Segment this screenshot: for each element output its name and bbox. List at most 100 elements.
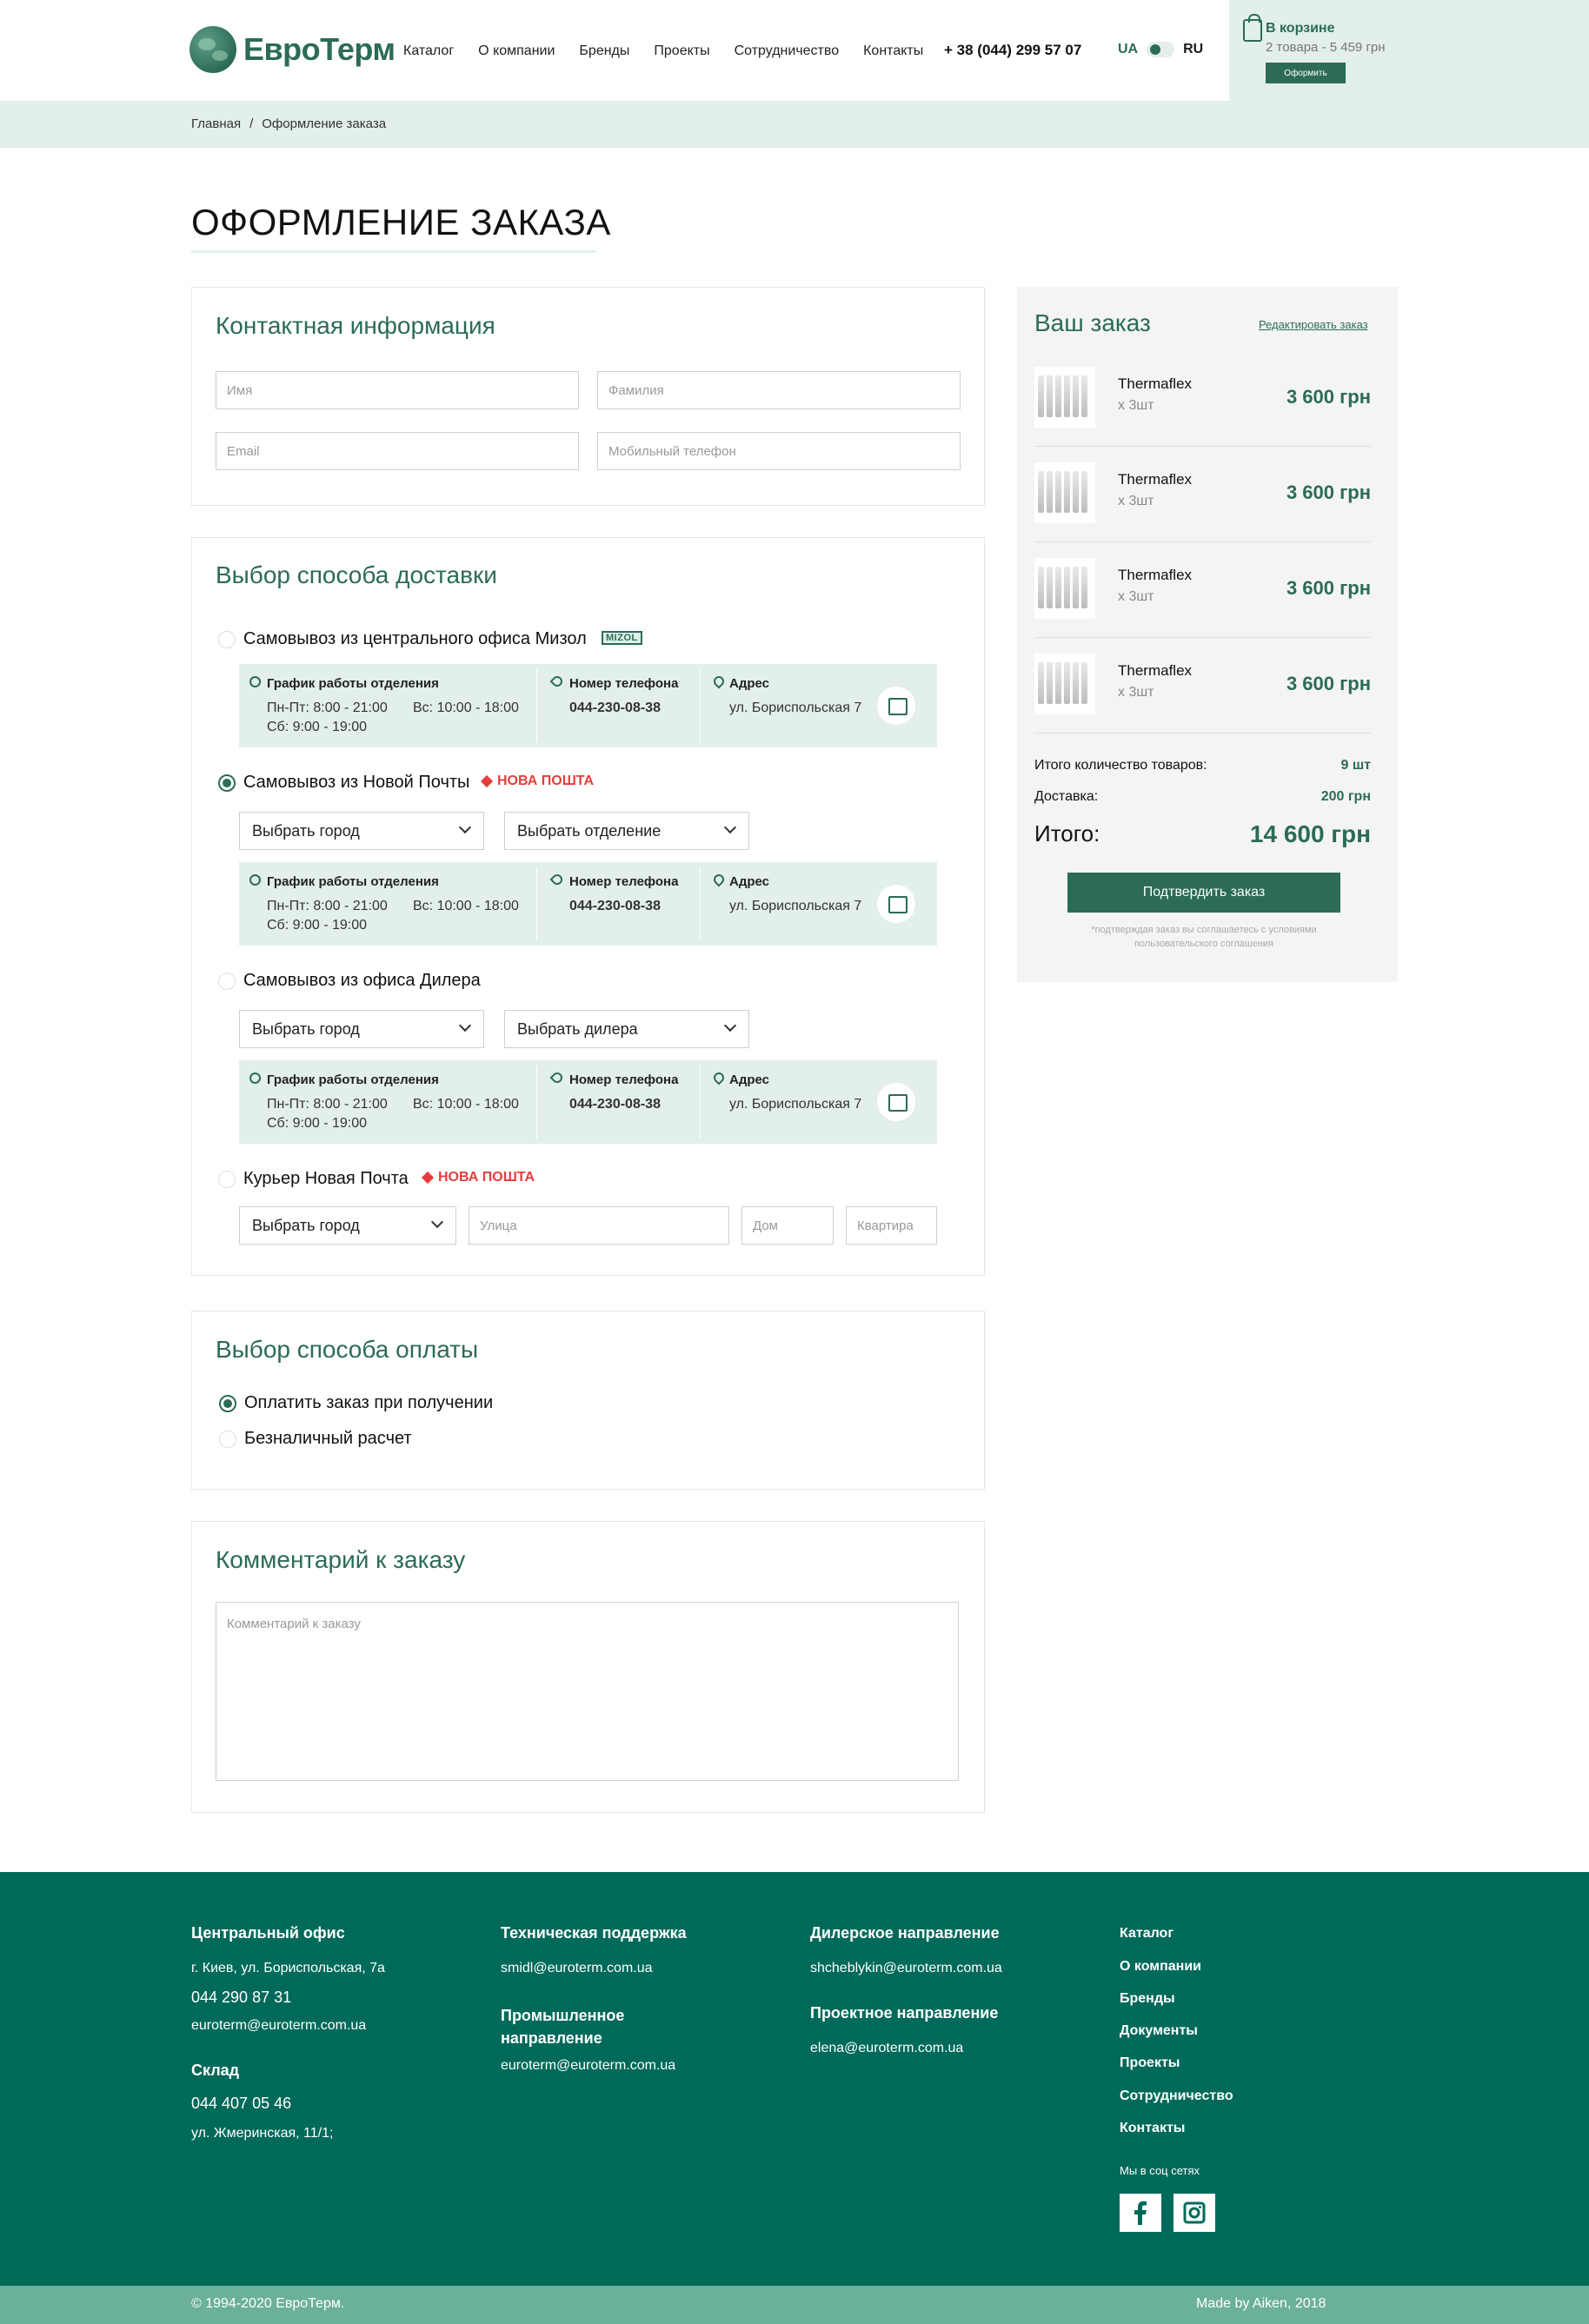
total-qty-label: Итого количество товаров: — [1034, 758, 1207, 773]
delivery-option-dealer[interactable]: Самовывоз из офиса Дилера — [243, 971, 481, 991]
payment-radio-cashless[interactable] — [219, 1431, 236, 1448]
site-footer: Центральный офис г. Киев, ул. Бориспольс… — [0, 1872, 1589, 2286]
footer-project-email[interactable]: elena@euroterm.com.ua — [810, 2041, 963, 2056]
copyright: © 1994-2020 ЕвроТерм. — [191, 2296, 345, 2311]
nav-projects[interactable]: Проекты — [654, 43, 709, 59]
payment-card: Выбор способа оплаты Оплатить заказ при … — [191, 1311, 985, 1490]
lang-ua[interactable]: UA — [1118, 42, 1138, 57]
payment-option-on-delivery[interactable]: Оплатить заказ при получении — [244, 1393, 493, 1413]
facebook-icon[interactable] — [1120, 2194, 1161, 2232]
nav-catalog[interactable]: Каталог — [403, 43, 454, 59]
map-icon[interactable] — [877, 885, 915, 923]
footer-link-catalog[interactable]: Каталог — [1120, 1926, 1173, 1942]
cart-title[interactable]: В корзине — [1266, 21, 1334, 37]
map-icon[interactable] — [877, 1083, 915, 1121]
order-item: Thermaflex х 3шт 3 600 грн — [1034, 638, 1371, 734]
delivery-radio-mizol[interactable] — [218, 631, 236, 648]
logo[interactable]: ЕвроТерм — [189, 26, 396, 73]
divider — [700, 669, 701, 742]
select-label: Выбрать город — [252, 1019, 360, 1038]
divider — [536, 1066, 537, 1139]
footer-link-documents[interactable]: Документы — [1120, 2023, 1198, 2039]
terms-note: *подтверждая заказ вы соглашаетесь с усл… — [1091, 925, 1317, 949]
delivery-label: Доставка: — [1034, 789, 1099, 804]
footer-office-email[interactable]: euroterm@euroterm.com.ua — [191, 2018, 366, 2034]
made-by[interactable]: Made by Aiken, 2018 — [1196, 2296, 1326, 2312]
lang-ru[interactable]: RU — [1183, 42, 1203, 57]
item-name[interactable]: Thermaflex — [1118, 567, 1192, 584]
nav-about[interactable]: О компании — [478, 43, 555, 59]
breadcrumb-bar: Главная / Оформление заказа — [0, 101, 1589, 148]
order-item: Thermaflex х 3шт 3 600 грн — [1034, 542, 1371, 638]
nav-cooperation[interactable]: Сотрудничество — [735, 43, 840, 59]
delivery-radio-dealer[interactable] — [218, 973, 236, 990]
payment-option-cashless[interactable]: Безналичный расчет — [244, 1429, 412, 1449]
delivery-option-nova-poshta[interactable]: Самовывоз из Новой Почты — [243, 773, 469, 793]
phone-value[interactable]: 044-230-08-38 — [569, 1097, 661, 1112]
item-name[interactable]: Thermaflex — [1118, 471, 1192, 488]
language-toggle[interactable] — [1147, 42, 1175, 57]
phone-icon — [549, 674, 565, 689]
grand-total-row: Итого: 14 600 грн — [1034, 820, 1371, 847]
payment-radio-on-delivery[interactable] — [219, 1395, 236, 1412]
header-phone[interactable]: + 38 (044) 299 57 07 — [944, 42, 1081, 59]
footer-link-contacts[interactable]: Контакты — [1120, 2121, 1185, 2136]
phone-value[interactable]: 044-230-08-38 — [569, 701, 661, 716]
phone-title: Номер телефона — [569, 1072, 679, 1087]
delivery-option-mizol[interactable]: Самовывоз из центрального офиса Мизол — [243, 629, 587, 649]
apartment-input[interactable]: Квартира — [846, 1206, 937, 1245]
branch-select-np[interactable]: Выбрать отделение — [504, 812, 749, 850]
city-select-courier[interactable]: Выбрать город — [239, 1206, 456, 1245]
footer-link-projects[interactable]: Проекты — [1120, 2055, 1180, 2071]
select-label: Выбрать дилера — [517, 1019, 638, 1038]
last-name-input[interactable]: Фамилия — [597, 371, 961, 409]
schedule-sunday: Вс: 10:00 - 18:00 — [413, 1097, 519, 1112]
delivery-radio-courier[interactable] — [218, 1171, 236, 1188]
instagram-icon[interactable] — [1173, 2194, 1215, 2232]
item-name[interactable]: Thermaflex — [1118, 662, 1192, 680]
schedule-saturday: Сб: 9:00 - 19:00 — [267, 918, 368, 933]
item-price: 3 600 грн — [1286, 481, 1371, 503]
chevron-down-icon — [430, 1215, 444, 1229]
nav-contacts[interactable]: Контакты — [863, 43, 923, 59]
street-input[interactable]: Улица — [469, 1206, 729, 1245]
nova-poshta-icon — [421, 1171, 435, 1185]
house-input[interactable]: Дом — [741, 1206, 834, 1245]
footer-warehouse-phone[interactable]: 044 407 05 46 — [191, 2095, 291, 2113]
footer-office-title: Центральный офис — [191, 1924, 345, 1942]
city-select-np[interactable]: Выбрать город — [239, 812, 484, 850]
checkout-button[interactable]: Оформить — [1266, 63, 1346, 83]
edit-order-link[interactable]: Редактировать заказ — [1259, 318, 1368, 331]
breadcrumb-home[interactable]: Главная — [191, 116, 241, 131]
footer-dealer-email[interactable]: shcheblykin@euroterm.com.ua — [810, 1961, 1002, 1976]
dealer-select[interactable]: Выбрать дилера — [504, 1010, 749, 1048]
map-pin-icon — [711, 1070, 727, 1086]
contact-title: Контактная информация — [216, 312, 495, 339]
footer-industrial-email[interactable]: euroterm@euroterm.com.ua — [501, 2058, 675, 2074]
delivery-option-courier[interactable]: Курьер Новая Почта — [243, 1169, 409, 1189]
mobile-phone-input[interactable]: Мобильный телефон — [597, 432, 961, 470]
comment-textarea[interactable] — [216, 1602, 959, 1781]
order-summary: Ваш заказ Редактировать заказ Thermaflex… — [1017, 287, 1398, 982]
phone-value[interactable]: 044-230-08-38 — [569, 899, 661, 914]
nav-brands[interactable]: Бренды — [579, 43, 629, 59]
footer-link-about[interactable]: О компании — [1120, 1959, 1201, 1975]
delivery-radio-nova-poshta[interactable] — [218, 774, 236, 792]
email-input[interactable]: Email — [216, 432, 579, 470]
schedule-title: График работы отделения — [267, 874, 439, 889]
item-name[interactable]: Thermaflex — [1118, 375, 1192, 393]
footer-support-email[interactable]: smidl@euroterm.com.ua — [501, 1961, 653, 1976]
first-name-input[interactable]: Имя — [216, 371, 579, 409]
footer-link-cooperation[interactable]: Сотрудничество — [1120, 2088, 1233, 2104]
footer-office-address: г. Киев, ул. Бориспольская, 7а — [191, 1961, 385, 1975]
map-icon[interactable] — [877, 687, 915, 725]
grand-total-label: Итого: — [1034, 820, 1100, 847]
radiator-image — [1034, 462, 1095, 523]
office-info-np: График работы отделения Пн-Пт: 8:00 - 21… — [239, 862, 937, 946]
city-select-dealer[interactable]: Выбрать город — [239, 1010, 484, 1048]
footer-link-brands[interactable]: Бренды — [1120, 1991, 1175, 2007]
confirm-order-button[interactable]: Подтвердить заказ — [1067, 873, 1340, 913]
footer-office-phone[interactable]: 044 290 87 31 — [191, 1989, 291, 2007]
select-label: Выбрать отделение — [517, 821, 662, 840]
office-info-mizol: График работы отделения Пн-Пт: 8:00 - 21… — [239, 664, 937, 747]
